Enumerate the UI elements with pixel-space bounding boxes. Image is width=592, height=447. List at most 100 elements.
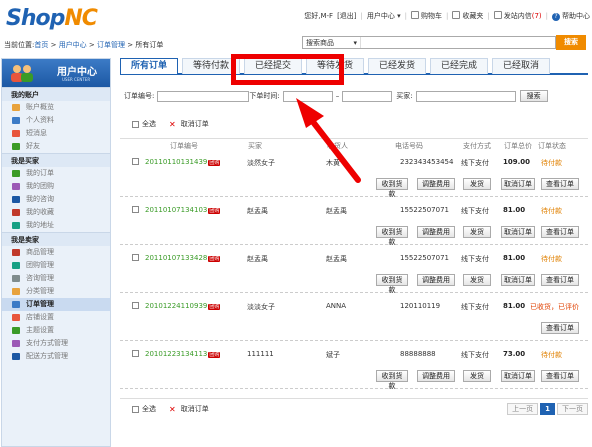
menu-item-icon bbox=[12, 275, 20, 282]
bulk-cancel-button[interactable]: 取消订单 bbox=[181, 119, 209, 129]
order-action-button[interactable]: 发货 bbox=[463, 274, 491, 286]
inbox-link[interactable]: 发站内信(7) bbox=[493, 11, 542, 21]
order-checkbox[interactable] bbox=[132, 350, 139, 357]
start-date-input[interactable] bbox=[282, 90, 333, 102]
order-action-button[interactable]: 发货 bbox=[463, 226, 491, 238]
order-action-button[interactable]: 发货 bbox=[463, 370, 491, 382]
sidebar-item[interactable]: 支付方式管理 bbox=[2, 337, 110, 350]
payment-method: 线下支付 bbox=[461, 207, 489, 215]
order-tab[interactable]: 所有订单 bbox=[120, 58, 178, 74]
select-all-checkbox[interactable] bbox=[132, 405, 139, 413]
order-action-button[interactable]: 收到货款 bbox=[376, 178, 408, 198]
date-range-dash: – bbox=[335, 92, 340, 100]
order-number-link[interactable]: 20110107133428 bbox=[145, 254, 207, 262]
sidebar-item[interactable]: 好友 bbox=[2, 140, 110, 153]
bulk-actions-top: 全选 ✕ 取消订单 bbox=[132, 119, 209, 129]
current-page[interactable]: 1 bbox=[540, 403, 555, 415]
order-action-button[interactable]: 查看订单 bbox=[541, 274, 579, 286]
order-action-button[interactable]: 收到货款 bbox=[376, 274, 408, 294]
order-tab[interactable]: 已经发货 bbox=[368, 58, 426, 74]
order-tab[interactable]: 已经取消 bbox=[492, 58, 550, 74]
sidebar-item[interactable]: 短消息 bbox=[2, 127, 110, 140]
order-no-input[interactable] bbox=[157, 90, 250, 102]
favorites-link[interactable]: 收藏夹 bbox=[452, 11, 483, 21]
order-number-link[interactable]: 20101224110939 bbox=[145, 302, 207, 310]
help-link[interactable]: ? 帮助中心 bbox=[552, 11, 590, 21]
sidebar-item[interactable]: 我的咨询 bbox=[2, 193, 110, 206]
order-action-button[interactable]: 查看订单 bbox=[541, 226, 579, 238]
order-number-link[interactable]: 20101223134113 bbox=[145, 350, 207, 358]
sidebar-item-label: 订单管理 bbox=[26, 300, 54, 308]
order-action-button[interactable]: 取消订单 bbox=[501, 274, 535, 286]
filter-search-button[interactable]: 搜索 bbox=[519, 90, 548, 102]
cart-link[interactable]: 购物车 bbox=[411, 11, 442, 21]
sidebar-item[interactable]: 订单管理 bbox=[2, 298, 110, 311]
next-page-button[interactable]: 下一页 bbox=[557, 403, 588, 415]
sidebar-item[interactable]: 我的团购 bbox=[2, 180, 110, 193]
order-checkbox[interactable] bbox=[132, 254, 139, 261]
sidebar-item[interactable]: 团购管理 bbox=[2, 259, 110, 272]
order-action-button[interactable]: 调整费用 bbox=[417, 370, 455, 382]
order-action-button[interactable]: 发货 bbox=[463, 178, 491, 190]
sidebar-title: 用户中心 bbox=[57, 67, 97, 78]
order-action-button[interactable]: 取消订单 bbox=[501, 226, 535, 238]
menu-item-icon bbox=[12, 249, 20, 256]
order-number-link[interactable]: 20110107134103 bbox=[145, 206, 207, 214]
sidebar-item[interactable]: 我的地址 bbox=[2, 219, 110, 232]
breadcrumb-orders[interactable]: 订单管理 bbox=[97, 41, 125, 49]
order-action-button[interactable]: 收到货款 bbox=[376, 370, 408, 390]
phone-number: 15522507071 bbox=[400, 254, 449, 262]
prev-page-button[interactable]: 上一页 bbox=[507, 403, 539, 415]
sidebar-item[interactable]: 个人资料 bbox=[2, 114, 110, 127]
order-action-button[interactable]: 调整费用 bbox=[417, 178, 455, 190]
order-action-button[interactable]: 收到货款 bbox=[376, 226, 408, 246]
breadcrumb-user-center[interactable]: 用户中心 bbox=[59, 41, 87, 49]
sidebar-item[interactable]: 商品管理 bbox=[2, 246, 110, 259]
logout-link[interactable]: [退出] bbox=[337, 11, 356, 21]
order-action-button[interactable]: 取消订单 bbox=[501, 370, 535, 382]
receiver-name: 斌子 bbox=[326, 351, 340, 359]
buyer-input[interactable] bbox=[415, 90, 516, 102]
search-scope-select[interactable]: 搜索商品 ▾ bbox=[303, 37, 361, 48]
sidebar-item-label: 团购管理 bbox=[26, 261, 54, 269]
order-number-link[interactable]: 20110110131439 bbox=[145, 158, 207, 166]
order-checkbox[interactable] bbox=[132, 206, 139, 213]
payment-method: 线下支付 bbox=[461, 255, 489, 263]
order-checkbox[interactable] bbox=[132, 302, 139, 309]
order-action-button[interactable]: 查看订单 bbox=[541, 322, 579, 334]
order-action-button[interactable]: 查看订单 bbox=[541, 178, 579, 190]
sidebar-item[interactable]: 账户概览 bbox=[2, 101, 110, 114]
column-header: 买家 bbox=[248, 142, 262, 150]
shopnc-logo[interactable]: ShopNC bbox=[6, 6, 98, 31]
menu-item-icon bbox=[12, 209, 20, 216]
pagination: 上一页 1 下一页 bbox=[507, 403, 588, 415]
breadcrumb-home[interactable]: 首页 bbox=[34, 41, 48, 49]
end-date-input[interactable] bbox=[342, 90, 393, 102]
annotation-highlight-box bbox=[231, 54, 344, 85]
menu-item-icon bbox=[12, 183, 20, 190]
bulk-cancel-button[interactable]: 取消订单 bbox=[181, 404, 209, 414]
user-center-menu[interactable]: 用户中心 ▾ bbox=[367, 11, 401, 21]
sidebar-item[interactable]: 我的订单 bbox=[2, 167, 110, 180]
sidebar-item[interactable]: 配送方式管理 bbox=[2, 350, 110, 363]
order-action-button[interactable]: 调整费用 bbox=[417, 226, 455, 238]
order-tab[interactable]: 已经完成 bbox=[430, 58, 488, 74]
main-content: 所有订单 等待付款 已经提交 等待发货 已经发货 已经完成 已经取消 订单编号: 下单时间:… bbox=[120, 58, 590, 447]
order-action-button[interactable]: 查看订单 bbox=[541, 370, 579, 382]
select-all-checkbox[interactable] bbox=[132, 120, 139, 128]
logo-text-shop: Shop bbox=[6, 6, 65, 31]
menu-item-icon bbox=[12, 301, 20, 308]
search-button[interactable]: 搜索 bbox=[556, 35, 586, 50]
sidebar-item[interactable]: 咨询管理 bbox=[2, 272, 110, 285]
menu-item-icon bbox=[12, 353, 20, 360]
cart-label: 购物车 bbox=[421, 12, 442, 20]
sidebar-item[interactable]: 主题设置 bbox=[2, 324, 110, 337]
order-action-button[interactable]: 调整费用 bbox=[417, 274, 455, 286]
search-input[interactable] bbox=[361, 37, 555, 48]
sidebar-item[interactable]: 店铺设置 bbox=[2, 311, 110, 324]
sidebar-item[interactable]: 分类管理 bbox=[2, 285, 110, 298]
sidebar-item[interactable]: 我的收藏 bbox=[2, 206, 110, 219]
help-icon: ? bbox=[552, 13, 560, 21]
order-checkbox[interactable] bbox=[132, 158, 139, 165]
order-action-button[interactable]: 取消订单 bbox=[501, 178, 535, 190]
